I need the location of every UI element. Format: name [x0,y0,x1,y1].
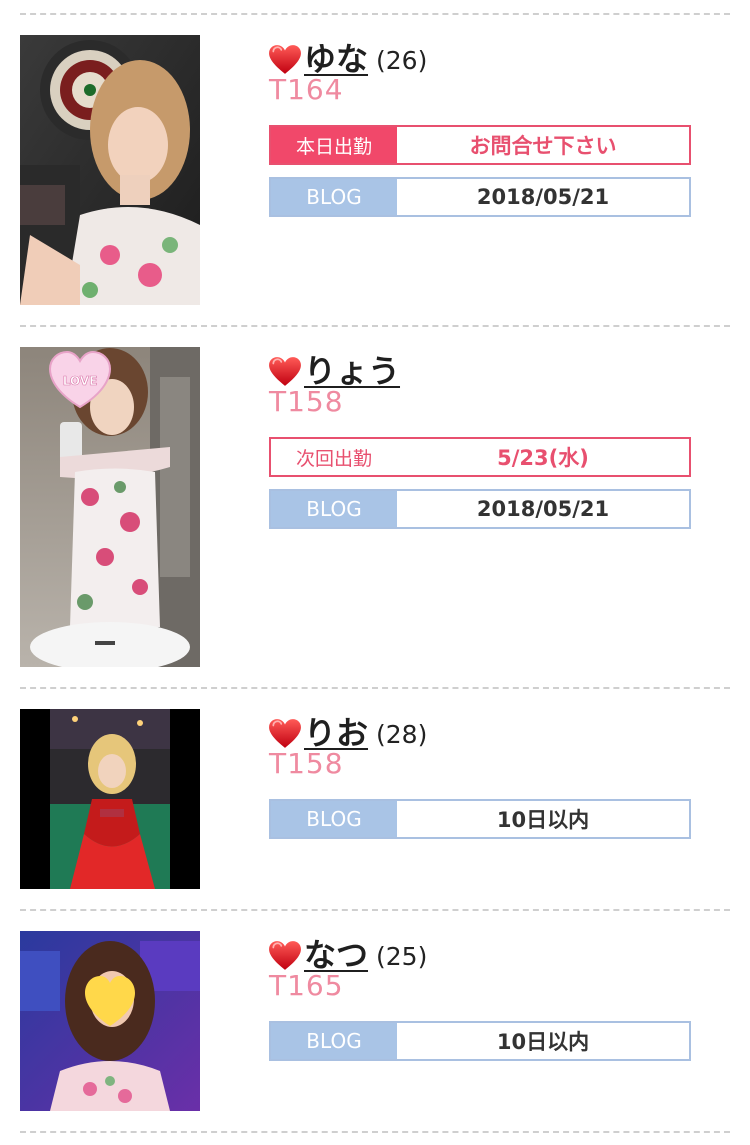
name-row: ゆな (26) [268,37,427,77]
blog-date: 10日以内 [397,1023,689,1059]
blog-button[interactable]: BLOG 10日以内 [269,799,691,839]
name-row: りお (28) [268,711,427,751]
girl-photo[interactable] [20,35,200,305]
schedule-bar: 次回出勤 5/23(水) [269,437,691,477]
name-row: なつ (25) [268,933,427,973]
girl-age: (25) [376,942,428,971]
blog-label: BLOG [271,801,397,837]
girl-height: T164 [269,73,344,106]
divider [20,909,730,911]
heart-icon [268,355,302,389]
girl-age: (26) [376,46,428,75]
schedule-value: 5/23(水) [397,439,689,475]
blog-label: BLOG [271,491,397,527]
schedule-bar: 本日出勤 お問合せ下さい [269,125,691,165]
girl-height: T158 [269,747,344,780]
girl-height: T165 [269,969,344,1002]
blog-date: 10日以内 [397,801,689,837]
blog-label: BLOG [271,179,397,215]
heart-icon [268,43,302,77]
schedule-label: 次回出勤 [271,439,397,475]
girl-age: (28) [376,720,428,749]
girl-name-link[interactable]: りお [304,715,368,751]
name-row: りょう [268,349,400,389]
divider [20,13,730,15]
girl-photo[interactable]: LOVE [20,347,200,667]
divider [20,325,730,327]
girl-name-link[interactable]: りょう [304,353,400,389]
divider [20,687,730,689]
blog-date: 2018/05/21 [397,179,689,215]
schedule-value: お問合せ下さい [397,127,689,163]
girl-name-link[interactable]: なつ [304,937,368,973]
blog-date: 2018/05/21 [397,491,689,527]
love-overlay-text: LOVE [63,374,98,388]
blog-button[interactable]: BLOG 2018/05/21 [269,489,691,529]
divider [20,1131,730,1133]
heart-icon [268,717,302,751]
heart-icon [268,939,302,973]
girl-height: T158 [269,385,344,418]
blog-label: BLOG [271,1023,397,1059]
blog-button[interactable]: BLOG 2018/05/21 [269,177,691,217]
girl-photo[interactable] [20,931,200,1111]
girl-name-link[interactable]: ゆな [304,41,368,77]
schedule-label: 本日出勤 [271,127,397,163]
girl-photo[interactable] [20,709,200,889]
blog-button[interactable]: BLOG 10日以内 [269,1021,691,1061]
